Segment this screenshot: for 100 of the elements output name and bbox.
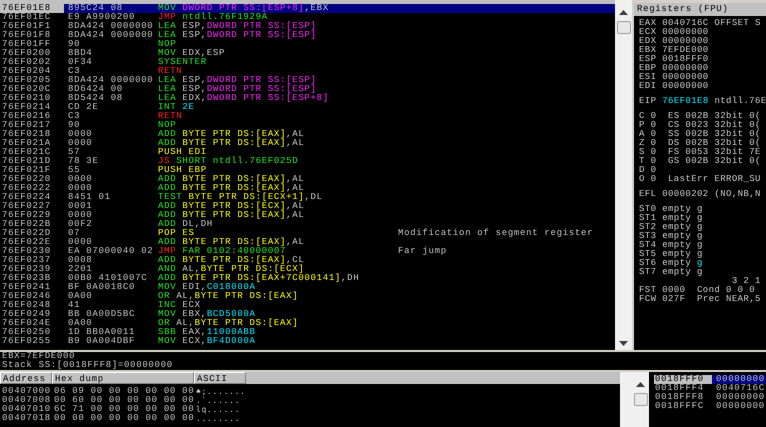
disassembly-row[interactable]: 76EF0237 0008 ADD BYTE PTR DS:[EAX],CL <box>0 256 615 265</box>
hex-cell-text: 0000 <box>67 184 94 193</box>
address-cell-text: 76EF0239 <box>1 265 52 274</box>
scroll-thumb[interactable] <box>616 21 630 34</box>
disassembly-row[interactable]: 76EF0217 90 NOP <box>0 121 615 130</box>
disassembly-row[interactable]: 76EF0229 0000 ADD BYTE PTR DS:[EAX],AL <box>0 211 615 220</box>
disassembly-row[interactable]: 76EF0210 8D5424 08 LEA EDX,DWORD PTR SS:[ESP+8] <box>0 94 615 103</box>
instruction-cell-text: MOV DWORD PTR SS:[ESP+8],EBX <box>157 4 330 13</box>
disassembly-row[interactable]: 76EF01E8 895C24 08 MOV DWORD PTR SS:[ESP+8],EBX <box>0 4 615 13</box>
address-cell-text: 76EF022E <box>1 238 52 247</box>
disassembly-row[interactable]: 76EF01F1 8DA424 0000000 LEA ESP,DWORD PTR SS:[ESP] <box>0 22 615 31</box>
up-arrow-icon[interactable] <box>636 382 645 387</box>
disassembly-row[interactable]: 76EF0241 BF 0A0018C0 MOV EDI,C018000A <box>0 283 615 292</box>
disassembly-row[interactable]: 76EF022D 07 POP ES Modification of segment register <box>0 229 615 238</box>
hex-cell-text: 0000 <box>67 175 94 184</box>
register-line: D 0 <box>639 166 658 175</box>
disassembly-row[interactable]: 76EF0246 0A00 OR AL,BYTE PTR DS:[EAX] <box>0 292 615 301</box>
disassembly-row[interactable]: 76EF0250 1D BB0A0011 SBB EAX,11000ABB <box>0 328 615 337</box>
address-cell-text: 0018FFFC <box>654 402 705 411</box>
hex-cell-text: 00 00 00 00 00 00 00 00 <box>53 414 194 423</box>
vertical-scrollbar[interactable] <box>615 0 632 350</box>
register-line: FST 0000 Cond 0 0 0 <box>639 286 756 295</box>
hex-cell-text: CD 2E <box>67 103 100 112</box>
disassembly-row[interactable]: 76EF021A 0000 ADD BYTE PTR DS:[EAX],AL <box>0 139 615 148</box>
info-line: Stack SS:[0018FFF8]=00000000 <box>2 361 174 370</box>
disassembly-row[interactable]: 76EF0249 BB 0A00D5BC MOV EBX,BCD5000A <box>0 310 615 319</box>
address-cell-text: 76EF0218 <box>1 130 52 139</box>
disassembly-row[interactable]: 76EF0204 C3 RETN <box>0 67 615 76</box>
disassembly-row[interactable]: 76EF0224 8451 01 TEST BYTE PTR DS:[ECX+1],DL <box>0 193 615 202</box>
stack-row[interactable]: 0018FFF8 00000000 <box>654 393 766 402</box>
disassembly-row[interactable]: 76EF0220 0000 ADD BYTE PTR DS:[EAX],AL <box>0 175 615 184</box>
instruction-cell-text: JMP FAR 0102:40000007 <box>157 247 288 256</box>
instruction-cell-text: ADD BYTE PTR DS:[EAX],AL <box>157 238 306 247</box>
disassembly-row[interactable]: 76EF0200 8BD4 MOV EDX,ESP <box>0 49 615 58</box>
register-line: P 0 CS 0023 32bit 0( <box>639 121 762 130</box>
column-header[interactable]: Address <box>0 372 52 384</box>
disassembly-row[interactable]: 76EF021C 57 PUSH EDI <box>0 148 615 157</box>
vertical-scrollbar[interactable] <box>632 372 649 427</box>
disassembly-row[interactable]: 76EF023B 00B0 4101007C ADD BYTE PTR DS:[EAX+7C000141],DH <box>0 274 615 283</box>
disassembly-row[interactable]: 76EF022B 00F2 ADD DL,DH <box>0 220 615 229</box>
stack-row[interactable]: 0018FFFC 00000000 <box>654 402 766 411</box>
value-cell-text: 0040716C <box>715 384 765 393</box>
address-cell-text: 76EF0210 <box>1 94 52 103</box>
up-arrow-icon[interactable] <box>619 10 628 15</box>
hex-cell-text: 0000 <box>67 130 94 139</box>
disassembly-row[interactable]: 76EF01EC E9 A9900200 JMP ntdll.76F1929A <box>0 13 615 22</box>
disassembly-row[interactable]: 76EF0255 B9 0A004DBF MOV ECX,BF4D000A <box>0 337 615 346</box>
ascii-cell-text: lq...... <box>195 405 242 414</box>
address-cell-text: 76EF021C <box>1 148 52 157</box>
register-line: EDX 00000000 <box>639 37 710 46</box>
address-cell-text: 76EF021F <box>1 166 52 175</box>
address-cell-text: 76EF01F8 <box>1 31 52 40</box>
hex-cell-text: 8BD4 <box>67 49 94 58</box>
hex-cell-text: 00F2 <box>67 220 94 229</box>
instruction-cell-text: ADD DL,DH <box>157 220 214 229</box>
address-cell-text: 76EF0222 <box>1 184 52 193</box>
stack-row[interactable]: 0018FFF4 0040716C <box>654 384 766 393</box>
disassembly-row[interactable]: 76EF0222 0000 ADD BYTE PTR DS:[EAX],AL <box>0 184 615 193</box>
disassembly-row[interactable]: 76EF0248 41 INC ECX <box>0 301 615 310</box>
address-cell-text: 0018FFF8 <box>654 393 705 402</box>
vertical-scrollbar[interactable] <box>620 372 632 427</box>
scroll-thumb[interactable] <box>634 393 648 406</box>
disassembly-row[interactable]: 76EF0230 EA 07000040 02 JMP FAR 0102:40000007 Far jump <box>0 247 615 256</box>
disassembly-row[interactable]: 76EF0214 CD 2E INT 2E <box>0 103 615 112</box>
register-line: C 0 ES 002B 32bit 0( <box>639 112 762 121</box>
instruction-cell-text: POP ES <box>157 229 196 238</box>
disassembly-row[interactable]: 76EF0205 8DA424 0000000 LEA ESP,DWORD PTR SS:[ESP] <box>0 76 615 85</box>
hex-cell-text: 0000 <box>67 211 94 220</box>
hex-cell-text: 8D6424 00 <box>67 85 124 94</box>
column-header[interactable]: Hex dump <box>52 372 194 384</box>
address-cell-text: 76EF020C <box>1 85 52 94</box>
instruction-cell-text: JMP ntdll.76F1929A <box>157 13 268 22</box>
address-cell-text: 76EF0217 <box>1 121 52 130</box>
disassembly-row[interactable]: 76EF0239 2201 AND AL,BYTE PTR DS:[ECX] <box>0 265 615 274</box>
instruction-cell-text: TEST BYTE PTR DS:[ECX+1],DL <box>157 193 324 202</box>
disassembly-row[interactable]: 76EF01F8 8DA424 0000000 LEA ESP,DWORD PTR SS:[ESP] <box>0 31 615 40</box>
instruction-cell-text: SBB EAX,11000ABB <box>157 328 257 337</box>
register-line: EIP 76EF01E8 ntdll.76E <box>639 97 766 106</box>
hex-cell-text: 8DA424 0000000 <box>67 31 154 40</box>
disassembly-row[interactable]: 76EF020C 8D6424 00 LEA ESP,DWORD PTR SS:[ESP] <box>0 85 615 94</box>
address-cell-text: 76EF01F1 <box>1 22 52 31</box>
instruction-cell-text: MOV EBX,BCD5000A <box>157 310 256 319</box>
column-header[interactable]: ASCII <box>194 372 246 384</box>
stack-row[interactable]: 0018FFF0 00000000 <box>654 375 766 384</box>
disassembly-row[interactable]: 76EF022E 0000 ADD BYTE PTR DS:[EAX],AL <box>0 238 615 247</box>
down-arrow-icon[interactable] <box>619 341 628 346</box>
disassembly-row[interactable]: 76EF0216 C3 RETN <box>0 112 615 121</box>
instruction-cell-text: LEA EDX,DWORD PTR SS:[ESP+8] <box>157 94 330 103</box>
disassembly-row[interactable]: 76EF0218 0000 ADD BYTE PTR DS:[EAX],AL <box>0 130 615 139</box>
disassembly-row[interactable]: 76EF0202 0F34 SYSENTER <box>0 58 615 67</box>
hex-cell-text: 0000 <box>67 238 94 247</box>
ascii-cell-text: ♠;....... <box>195 387 247 396</box>
disassembly-row[interactable]: 76EF024E 0A00 OR AL,BYTE PTR DS:[EAX] <box>0 319 615 328</box>
disassembly-row[interactable]: 76EF021D 78 3E JS SHORT ntdll.76EF025D <box>0 157 615 166</box>
hex-cell-text: 0A00 <box>67 319 94 328</box>
disassembly-row[interactable]: 76EF0227 0001 ADD BYTE PTR DS:[ECX],AL <box>0 202 615 211</box>
disassembly-row[interactable]: 76EF021F 55 PUSH EBP <box>0 166 615 175</box>
register-line: S 0 FS 0053 32bit 7E <box>639 148 762 157</box>
hex-cell-text: 8451 01 <box>67 193 112 202</box>
disassembly-row[interactable]: 76EF01FF 90 NOP <box>0 40 615 49</box>
